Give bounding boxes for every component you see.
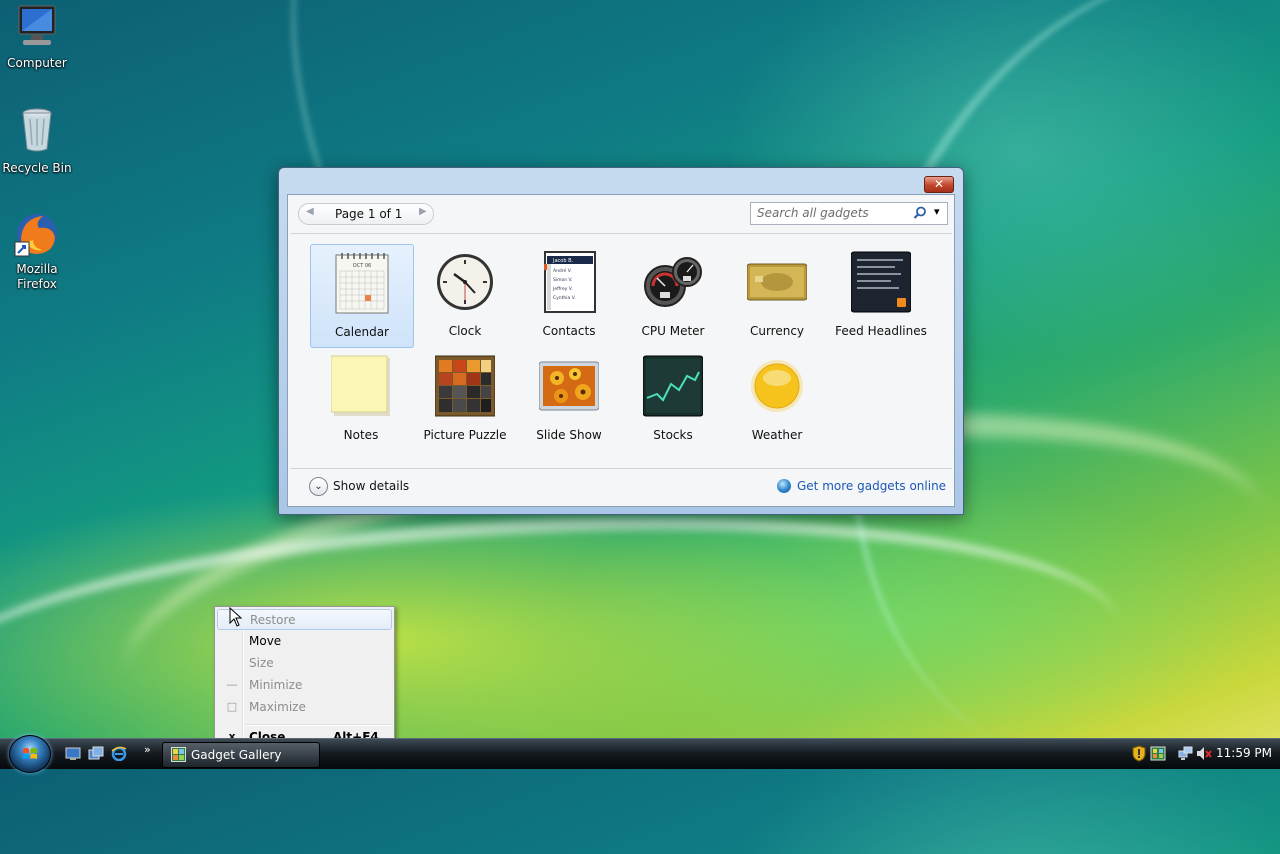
clock[interactable]: 11:59 PM xyxy=(1216,746,1272,760)
gadget-label: Clock xyxy=(448,324,482,338)
minimize-icon: — xyxy=(226,678,238,691)
get-more-gadgets-label: Get more gadgets online xyxy=(797,479,947,493)
contact-entry: Cynthia V. xyxy=(553,295,576,301)
gallery-content: ◀ Page 1 of 1 ▶ ▾ OCT 06 xyxy=(287,194,955,507)
desktop-icon-firefox[interactable]: Mozilla Firefox xyxy=(0,212,74,292)
gadget-label: CPU Meter xyxy=(641,324,705,338)
contact-entry: Simon V. xyxy=(553,277,573,283)
menu-item-label: Maximize xyxy=(249,700,306,714)
slide-show-icon xyxy=(539,361,599,411)
page-indicator: Page 1 of 1 xyxy=(335,207,403,221)
gadget-label: Notes xyxy=(343,428,379,442)
gadget-calendar[interactable]: OCT 06 Calendar xyxy=(310,244,414,348)
stocks-icon xyxy=(643,355,703,417)
cpu-meter-icon xyxy=(644,257,702,307)
chevron-down-icon: ⌄ xyxy=(309,477,328,496)
globe-icon xyxy=(777,479,791,493)
gadget-currency[interactable]: Currency xyxy=(726,244,828,346)
gadget-label: Slide Show xyxy=(536,428,602,442)
desktop-icon-label: Computer xyxy=(7,56,67,70)
gadget-clock[interactable]: Clock xyxy=(414,244,516,346)
calendar-month-label: OCT 06 xyxy=(353,263,371,269)
show-desktop-icon[interactable] xyxy=(65,746,81,761)
internet-explorer-icon[interactable] xyxy=(111,746,127,761)
gadget-picture-puzzle[interactable]: Picture Puzzle xyxy=(414,348,516,450)
switch-windows-icon[interactable] xyxy=(88,746,104,761)
menu-item-label: Restore xyxy=(250,613,296,627)
desktop-icon-label: Mozilla Firefox xyxy=(16,262,58,291)
volume-muted-icon[interactable] xyxy=(1196,746,1212,761)
gadget-stocks[interactable]: Stocks xyxy=(622,348,724,450)
prev-page-icon[interactable]: ◀ xyxy=(306,206,314,217)
windows-sidebar-icon[interactable] xyxy=(1150,746,1166,761)
mouse-cursor-icon xyxy=(229,607,243,627)
menu-item-label: Minimize xyxy=(249,678,303,692)
page-navigator: ◀ Page 1 of 1 ▶ xyxy=(298,203,434,225)
start-button[interactable] xyxy=(9,735,51,773)
gadget-weather[interactable]: Weather xyxy=(726,348,828,450)
gadget-label: Weather xyxy=(751,428,803,442)
menu-item-size[interactable]: Size xyxy=(217,653,390,674)
desktop-icon-label: Recycle Bin xyxy=(2,161,72,175)
taskbar-button-label: Gadget Gallery xyxy=(191,748,282,762)
contact-entry: André V. xyxy=(553,267,572,274)
firefox-icon xyxy=(14,214,57,257)
menu-item-move[interactable]: Move xyxy=(217,631,390,652)
notes-icon xyxy=(331,355,390,416)
search-input[interactable] xyxy=(755,205,909,221)
taskbar-button-gadget-gallery[interactable]: Gadget Gallery xyxy=(162,742,320,768)
next-page-icon[interactable]: ▶ xyxy=(419,206,427,217)
notification-area: 11:59 PM xyxy=(1120,739,1280,769)
gadget-label: Stocks xyxy=(653,428,693,442)
gadget-contacts[interactable]: Jacob B. André V. Simon V. Jeffrey V. Cy… xyxy=(518,244,620,346)
network-icon[interactable] xyxy=(1178,746,1194,761)
menu-item-label: Size xyxy=(249,656,274,670)
window-context-menu: Restore Move Size — Minimize □ Maximize … xyxy=(214,606,395,753)
gadget-slide-show[interactable]: Slide Show xyxy=(518,348,620,450)
calendar-icon: OCT 06 xyxy=(335,253,389,314)
currency-icon xyxy=(747,263,807,301)
show-details-label: Show details xyxy=(333,479,410,493)
taskbar: » Gadget Gallery 11:59 PM xyxy=(0,735,1280,773)
contact-entry: Jacob B. xyxy=(552,258,574,264)
gadget-label: Feed Headlines xyxy=(835,324,927,338)
gadget-label: Contacts xyxy=(542,324,596,338)
wallpaper-swoosh xyxy=(0,488,1127,826)
divider xyxy=(290,233,952,234)
picture-puzzle-icon xyxy=(435,355,495,417)
gadget-feed-headlines[interactable]: Feed Headlines xyxy=(830,244,932,346)
contact-entry: Jeffrey V. xyxy=(552,286,573,292)
feed-headlines-icon xyxy=(851,251,911,313)
search-box: ▾ xyxy=(750,202,948,225)
search-icon[interactable] xyxy=(913,206,927,220)
menu-separator xyxy=(245,724,392,726)
clock-icon xyxy=(437,254,493,310)
gadget-label: Currency xyxy=(749,324,805,338)
gadget-label: Picture Puzzle xyxy=(423,428,507,442)
windows-logo-icon xyxy=(23,748,37,759)
close-button[interactable]: ✕ xyxy=(924,176,954,193)
divider xyxy=(290,468,952,469)
gadget-gallery-window[interactable]: ✕ ◀ Page 1 of 1 ▶ ▾ OCT xyxy=(278,167,964,515)
recycle-bin-icon xyxy=(22,108,52,152)
gadget-notes[interactable]: Notes xyxy=(310,348,412,450)
weather-sun-icon xyxy=(751,360,803,412)
quick-launch-overflow-icon[interactable]: » xyxy=(144,743,151,756)
desktop-icon-computer[interactable]: Computer xyxy=(0,4,74,71)
menu-item-label: Move xyxy=(249,634,282,648)
menu-item-restore[interactable]: Restore xyxy=(217,609,392,630)
maximize-icon: □ xyxy=(226,700,238,713)
gadget-cpu-meter[interactable]: CPU Meter xyxy=(622,244,724,346)
gadget-gallery-icon xyxy=(171,747,186,762)
contacts-icon: Jacob B. André V. Simon V. Jeffrey V. Cy… xyxy=(544,251,596,313)
menu-item-minimize[interactable]: — Minimize xyxy=(217,675,390,696)
computer-icon xyxy=(18,5,56,45)
security-shield-icon[interactable] xyxy=(1132,745,1146,762)
desktop-icon-recycle-bin[interactable]: Recycle Bin xyxy=(0,107,74,176)
menu-item-maximize[interactable]: □ Maximize xyxy=(217,697,390,718)
gadget-label: Calendar xyxy=(335,325,389,339)
search-dropdown-icon[interactable]: ▾ xyxy=(934,205,940,218)
